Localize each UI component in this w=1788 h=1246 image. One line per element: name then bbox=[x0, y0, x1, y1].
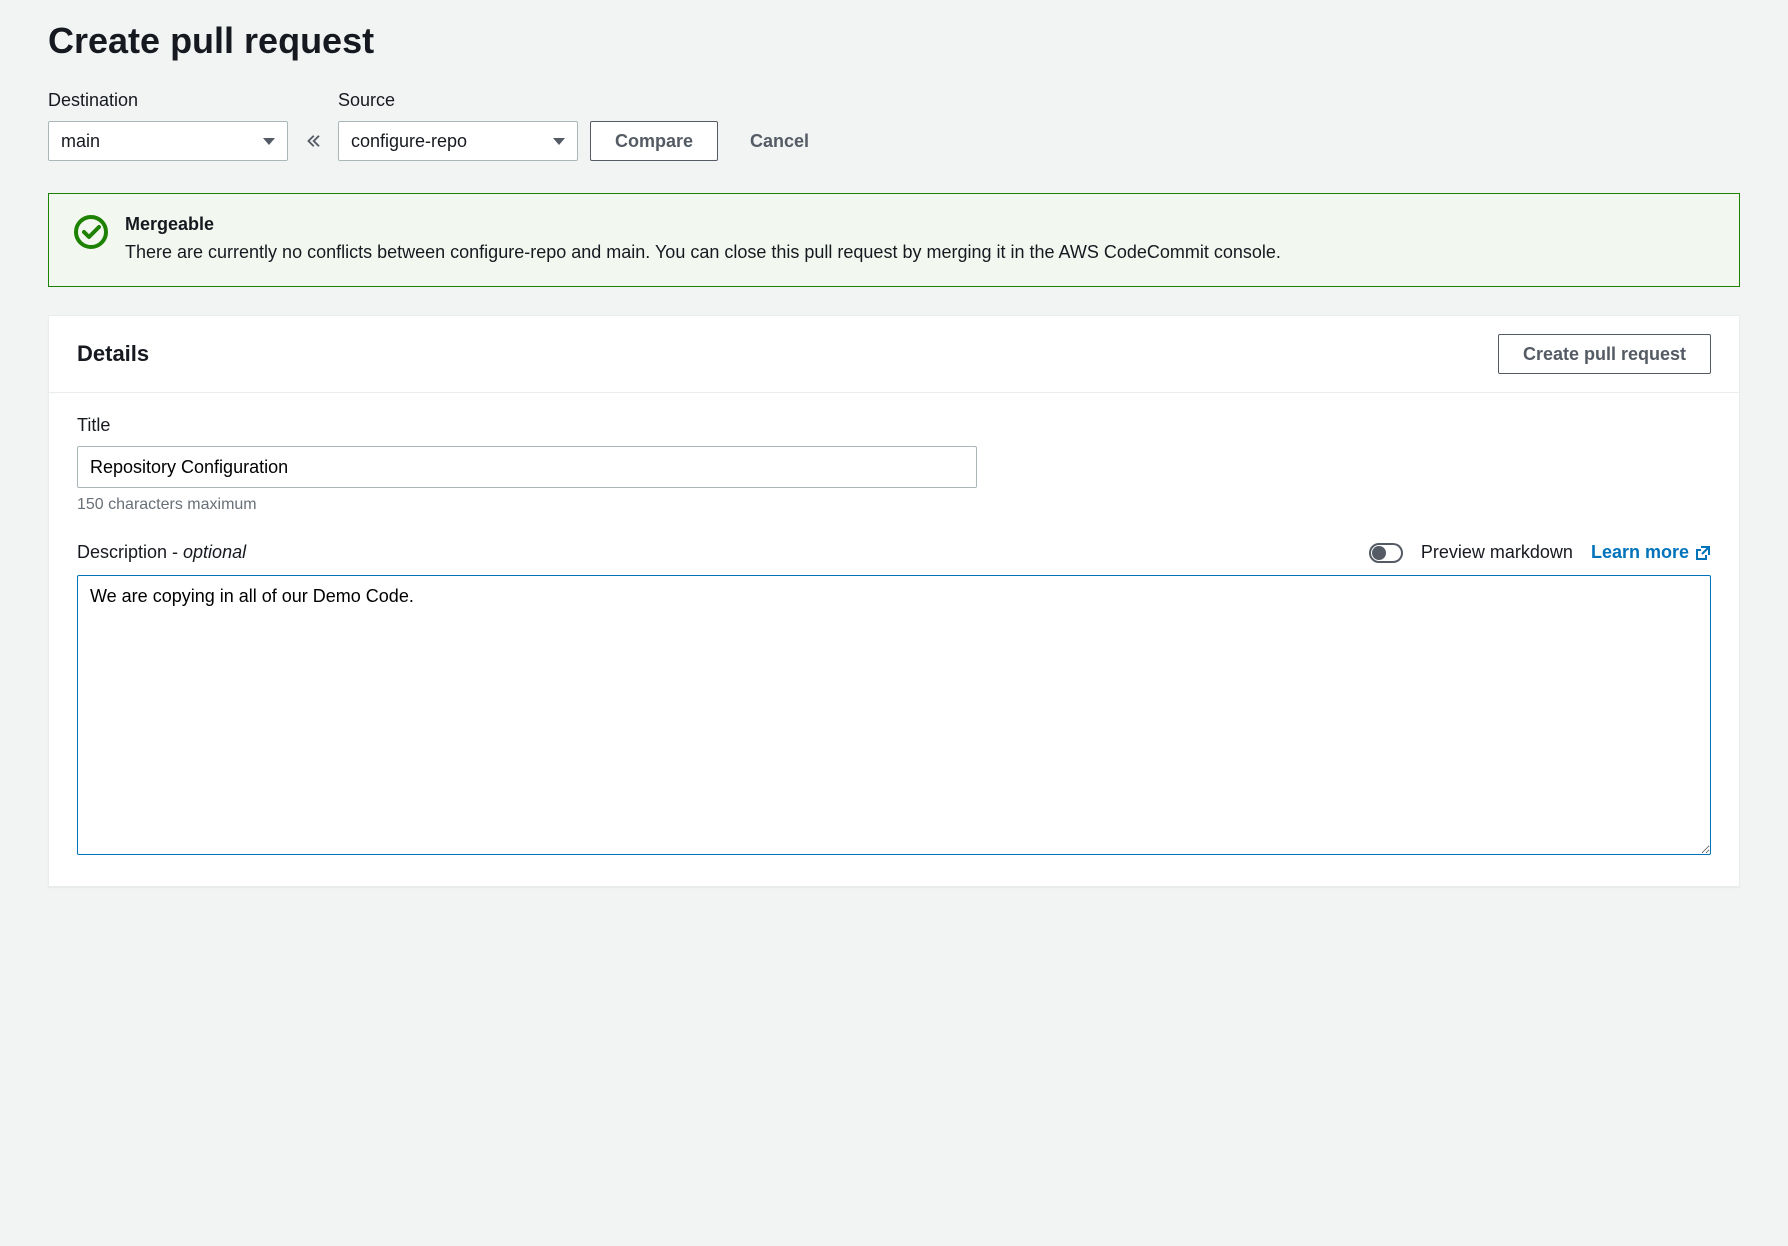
caret-down-icon bbox=[553, 138, 565, 145]
destination-value: main bbox=[61, 131, 100, 152]
source-select[interactable]: configure-repo bbox=[338, 121, 578, 161]
external-link-icon bbox=[1695, 545, 1711, 561]
merge-direction-icon bbox=[300, 121, 326, 161]
create-pull-request-button[interactable]: Create pull request bbox=[1498, 334, 1711, 374]
alert-message: There are currently no conflicts between… bbox=[125, 239, 1281, 266]
learn-more-link[interactable]: Learn more bbox=[1591, 542, 1711, 563]
preview-markdown-toggle[interactable] bbox=[1369, 543, 1403, 563]
source-label: Source bbox=[338, 90, 578, 111]
source-value: configure-repo bbox=[351, 131, 467, 152]
description-textarea[interactable] bbox=[77, 575, 1711, 855]
description-label: Description - optional bbox=[77, 542, 246, 563]
preview-markdown-label: Preview markdown bbox=[1421, 542, 1573, 563]
alert-title: Mergeable bbox=[125, 214, 1281, 235]
title-hint: 150 characters maximum bbox=[77, 496, 1711, 514]
success-check-icon bbox=[73, 214, 109, 250]
caret-down-icon bbox=[263, 138, 275, 145]
title-label: Title bbox=[77, 415, 1711, 436]
details-panel: Details Create pull request Title 150 ch… bbox=[48, 315, 1740, 887]
page-title: Create pull request bbox=[48, 20, 1740, 62]
cancel-button[interactable]: Cancel bbox=[730, 121, 829, 161]
destination-select[interactable]: main bbox=[48, 121, 288, 161]
destination-label: Destination bbox=[48, 90, 288, 111]
title-input[interactable] bbox=[77, 446, 977, 488]
mergeable-alert: Mergeable There are currently no conflic… bbox=[48, 193, 1740, 287]
branch-selection-row: Destination main Source configure-repo C… bbox=[48, 90, 1740, 161]
details-heading: Details bbox=[77, 341, 149, 367]
compare-button[interactable]: Compare bbox=[590, 121, 718, 161]
toggle-knob-icon bbox=[1372, 546, 1386, 560]
